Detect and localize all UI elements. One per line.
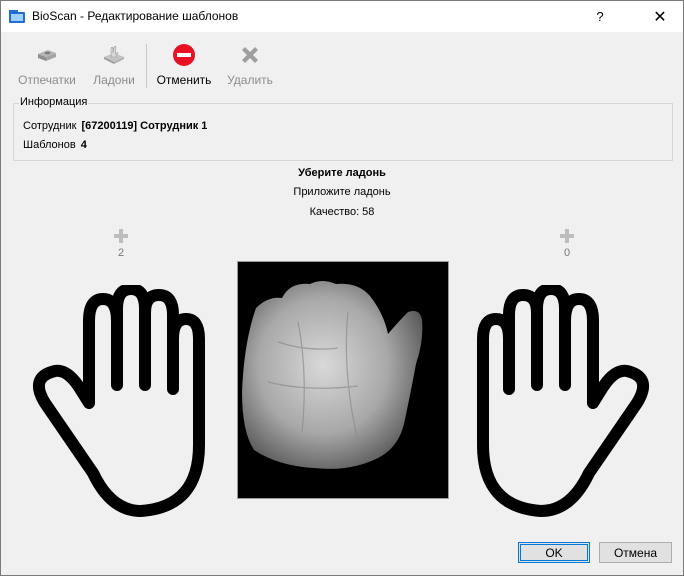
- quality-readout: Качество: 58: [309, 206, 375, 218]
- left-hand-icon[interactable]: [31, 285, 215, 523]
- cancel-action-button[interactable]: Отменить: [157, 43, 211, 91]
- palm-scan-preview: [237, 261, 449, 499]
- status-instruction: Уберите ладонь: [298, 167, 386, 179]
- employee-label: Сотрудник: [23, 120, 77, 132]
- left-palm-count: 2: [117, 247, 125, 259]
- templates-row: Шаблонов 4: [23, 139, 87, 151]
- ok-button[interactable]: OK: [518, 542, 590, 563]
- title-bar[interactable]: BioScan - Редактирование шаблонов ? ✕: [1, 1, 683, 32]
- fingerprint-scanner-icon: [38, 50, 56, 61]
- add-right-palm-icon[interactable]: [560, 229, 574, 243]
- right-palm-count: 0: [563, 247, 571, 259]
- help-button[interactable]: ?: [577, 1, 623, 32]
- bioscan-app-icon: [9, 10, 25, 23]
- status-hint: Приложите ладонь: [293, 186, 391, 198]
- info-groupbox: [13, 103, 673, 161]
- palms-button[interactable]: Ладони: [91, 43, 137, 91]
- employee-row: Сотрудник [67200119] Сотрудник 1: [23, 120, 207, 132]
- toolbar: Отпечатки Ладони Отменить Удалить: [1, 39, 683, 93]
- close-button[interactable]: ✕: [637, 1, 683, 32]
- templates-label: Шаблонов: [23, 139, 76, 151]
- window-title: BioScan - Редактирование шаблонов: [32, 9, 239, 23]
- x-cross-icon: [242, 47, 258, 63]
- dialog-window: BioScan - Редактирование шаблонов ? ✕ От…: [0, 0, 684, 576]
- right-hand-icon[interactable]: [467, 285, 651, 523]
- delete-label: Удалить: [227, 73, 273, 87]
- employee-value: [67200119] Сотрудник 1: [81, 120, 208, 132]
- fingerprints-label: Отпечатки: [18, 73, 76, 87]
- add-left-palm-icon[interactable]: [114, 229, 128, 243]
- delete-button[interactable]: Удалить: [226, 43, 274, 91]
- templates-value: 4: [80, 139, 87, 151]
- info-groupbox-title: Информация: [19, 96, 89, 108]
- stop-icon: [173, 44, 195, 66]
- palm-scanner-icon: [104, 46, 124, 64]
- palms-label: Ладони: [93, 73, 135, 87]
- fingerprints-button[interactable]: Отпечатки: [17, 43, 77, 91]
- cancel-action-label: Отменить: [156, 73, 212, 87]
- toolbar-separator: [146, 44, 147, 88]
- cancel-button[interactable]: Отмена: [599, 542, 672, 563]
